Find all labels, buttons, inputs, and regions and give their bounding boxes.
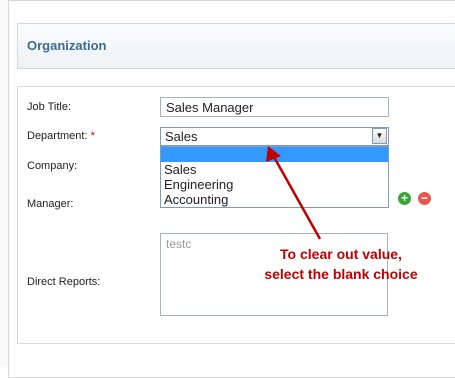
annotation-line-2: select the blank choice <box>264 266 418 282</box>
annotation-note: To clear out value, select the blank cho… <box>236 244 446 284</box>
arrow-icon <box>266 146 322 240</box>
annotation-line-1: To clear out value, <box>280 246 402 262</box>
